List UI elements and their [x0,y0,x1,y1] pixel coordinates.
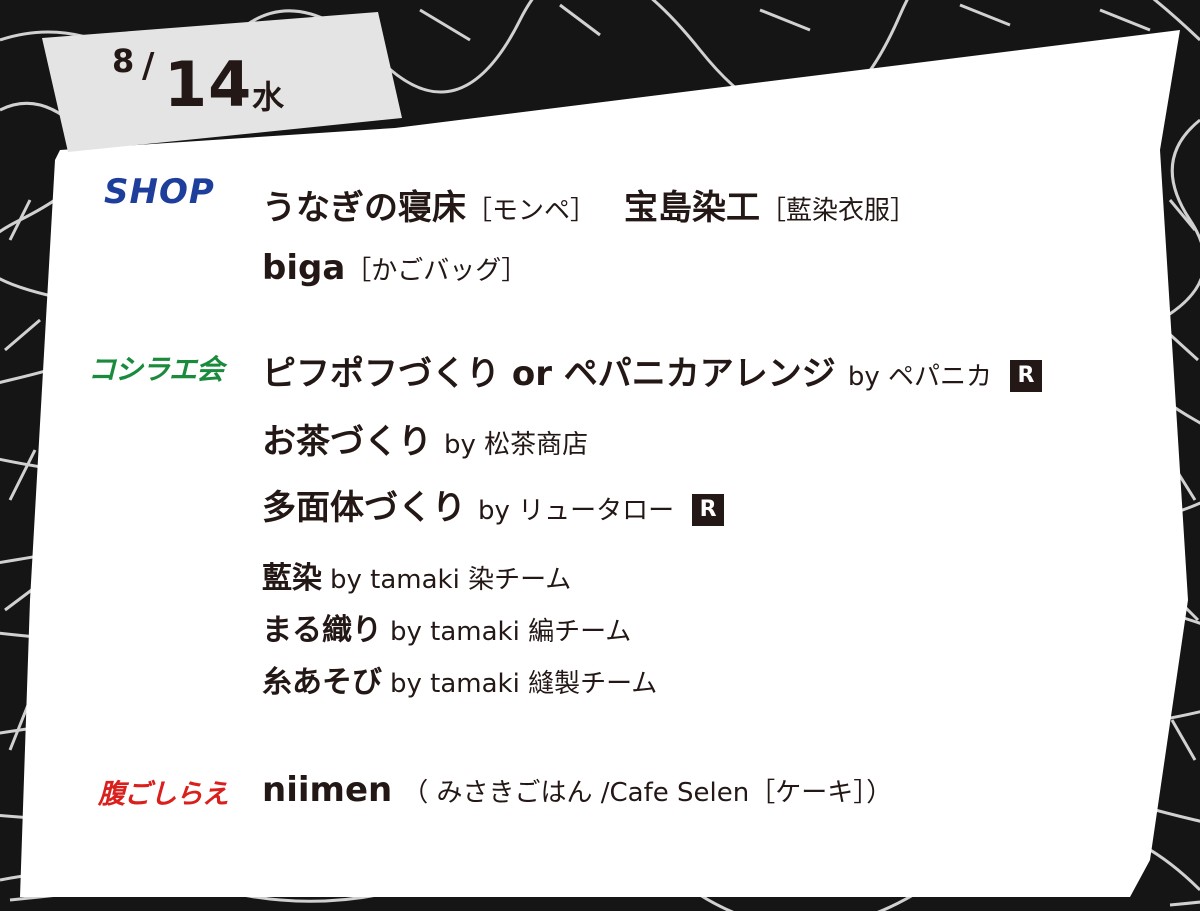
workshop-item: ピフポフづくり or ペパニカアレンジ by ペパニカ R [262,346,1042,395]
date-slash: / [142,46,155,86]
shop-line-1: うなぎの寝床 ［モンペ］ 宝島染工 ［藍染衣服］ [262,180,916,229]
shop-name: biga [262,248,346,288]
category-hara-label: 腹ごしらえ [98,779,229,810]
workshop-title: ピフポフづくり or ペパニカアレンジ [262,354,836,394]
workshop-host: by tamaki 編チーム [390,617,632,647]
tamaki-item: 藍染 by tamaki 染チーム [262,553,571,597]
reservation-badge: R [1009,360,1042,392]
workshop-host: by tamaki 染チーム [330,565,572,595]
shop-note: ［モンペ］ [466,196,597,226]
workshop-title: 藍染 [262,561,322,596]
shop-line-2: biga ［かごバッグ］ [262,248,527,288]
workshop-title: お茶づくり [262,422,432,462]
tamaki-item: まる織り by tamaki 編チーム [262,605,631,649]
workshop-item: お茶づくり by 松茶商店 [262,414,588,463]
date-weekday: 水 [252,78,285,116]
workshop-title: 糸あそび [262,665,382,700]
workshop-host: by tamaki 縫製チーム [390,669,658,699]
date-month: 8 [112,42,135,80]
shop-note: ［かごバッグ］ [345,256,528,286]
tamaki-item: 糸あそび by tamaki 縫製チーム [262,657,657,701]
food-name: niimen [262,770,393,810]
date-day: 14 [164,48,253,121]
food-line: niimen （ みさきごはん /Cafe Selen［ケーキ］） [262,770,892,810]
category-koshirae-label: コシラエ会 [88,353,224,386]
category-shop-label: SHOP [104,172,215,212]
shop-name: うなぎの寝床 [262,188,466,228]
shop-note: ［藍染衣服］ [760,196,917,226]
reservation-badge: R [692,494,725,526]
workshop-host: by リュータロー [478,496,675,526]
workshop-title: まる織り [262,613,382,648]
food-note: （ みさきごはん /Cafe Selen［ケーキ］） [402,778,893,808]
workshop-host: by ペパニカ [847,362,992,392]
shop-name: 宝島染工 [624,188,761,228]
workshop-host: by 松茶商店 [444,430,589,460]
workshop-item: 多面体づくり by リュータロー R [262,480,725,529]
workshop-title: 多面体づくり [262,488,466,528]
